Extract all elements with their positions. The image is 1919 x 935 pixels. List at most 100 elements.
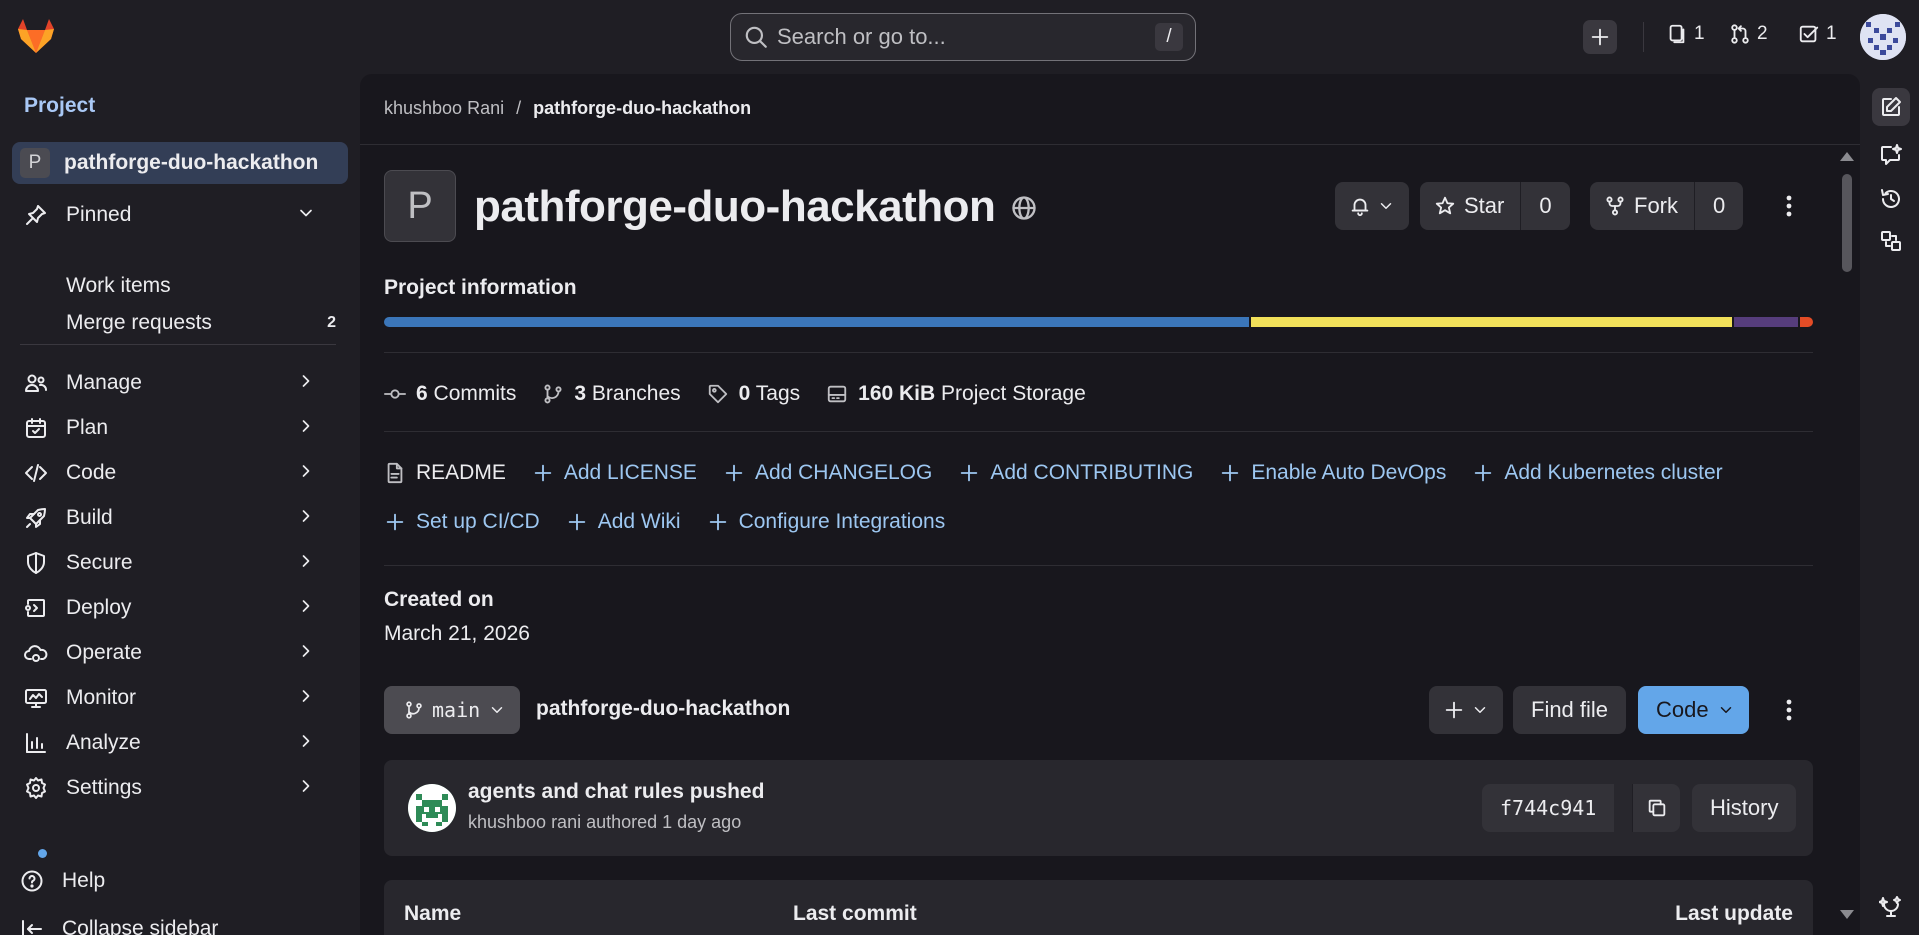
- plus-icon: [1445, 701, 1463, 719]
- stat-label: Commits: [433, 382, 517, 405]
- sidebar-item-settings[interactable]: Settings: [12, 767, 348, 809]
- last-commit-card: agents and chat rules pushed khushboo ra…: [384, 760, 1813, 856]
- quick-link-configure-integrations[interactable]: Configure Integrations: [707, 510, 945, 534]
- plus-icon: [709, 513, 726, 531]
- star-icon: [1435, 196, 1455, 215]
- cloud-gear-icon: [24, 645, 48, 662]
- stat-tags[interactable]: 0 Tags: [707, 382, 801, 406]
- language-bar[interactable]: [384, 317, 1813, 327]
- commit-title[interactable]: agents and chat rules pushed: [468, 780, 764, 804]
- sidebar-item-pinned[interactable]: Pinned: [12, 194, 348, 236]
- sidebar-item-secure[interactable]: Secure: [12, 542, 348, 584]
- collapse-left-icon: [22, 920, 42, 935]
- plus-icon: [1591, 28, 1609, 46]
- help-button[interactable]: Help: [8, 860, 344, 902]
- gitlab-logo[interactable]: [16, 16, 56, 56]
- web-ide-button[interactable]: [1872, 88, 1910, 126]
- sidebar-item-plan[interactable]: Plan: [12, 407, 348, 449]
- fork-button[interactable]: Fork: [1590, 182, 1694, 230]
- sidebar-item-manage[interactable]: Manage: [12, 362, 348, 404]
- star-button[interactable]: Star: [1420, 182, 1520, 230]
- todo-check-icon: [1799, 25, 1819, 43]
- star-count[interactable]: 0: [1520, 182, 1569, 230]
- sidebar-item-monitor[interactable]: Monitor: [12, 677, 348, 719]
- history-icon: [1881, 189, 1900, 208]
- search-input[interactable]: Search or go to... /: [730, 13, 1196, 61]
- scroll-up-arrow[interactable]: [1840, 152, 1854, 161]
- issues-button[interactable]: 1: [1666, 23, 1705, 45]
- sidebar-current-project[interactable]: P pathforge-duo-hackathon: [12, 142, 348, 184]
- quick-link-add-changelog[interactable]: Add CHANGELOG: [723, 461, 932, 485]
- breadcrumb-project[interactable]: pathforge-duo-hackathon: [533, 98, 751, 119]
- users-icon: [25, 374, 47, 392]
- stat-value: 6: [416, 382, 428, 405]
- calendar-icon: [26, 418, 46, 438]
- sidebar-item-analyze[interactable]: Analyze: [12, 722, 348, 764]
- help-icon: [21, 870, 43, 892]
- sidebar-item-operate[interactable]: Operate: [12, 632, 348, 674]
- file-icon: [387, 462, 403, 484]
- kebab-icon: [1786, 195, 1792, 217]
- sidebar-item-code[interactable]: Code: [12, 452, 348, 494]
- project-actions-menu[interactable]: [1774, 182, 1804, 230]
- history-button[interactable]: History: [1692, 784, 1797, 832]
- quick-link-label: Add Kubernetes cluster: [1504, 461, 1723, 484]
- column-last-commit: Last commit: [793, 902, 917, 925]
- stat-label: Tags: [755, 382, 801, 405]
- language-segment[interactable]: [1734, 317, 1799, 327]
- branch-selector[interactable]: main: [384, 686, 521, 734]
- create-new-button[interactable]: [1583, 20, 1617, 54]
- code-dropdown-button[interactable]: Code: [1638, 686, 1749, 734]
- language-segment[interactable]: [1800, 317, 1813, 327]
- fork-count[interactable]: 0: [1694, 182, 1743, 230]
- stat-value: 3: [574, 382, 587, 405]
- find-file-button[interactable]: Find file: [1513, 686, 1627, 734]
- chevron-down-icon: [1380, 203, 1392, 209]
- file-table-header: Name Last commit Last update: [384, 880, 1813, 935]
- sidebar-item-deploy[interactable]: Deploy: [12, 587, 348, 629]
- notifications-button[interactable]: [1335, 182, 1409, 230]
- breadcrumb-separator: /: [516, 98, 522, 118]
- globe-icon: [1012, 196, 1036, 220]
- stat-commits[interactable]: 6 Commits: [384, 382, 516, 406]
- quick-link-label: Add Wiki: [597, 510, 681, 533]
- quick-link-set-up-ci-cd[interactable]: Set up CI/CD: [384, 510, 540, 534]
- history-panel-button[interactable]: [1872, 180, 1910, 218]
- scrollbar-thumb[interactable]: [1842, 174, 1852, 272]
- sidebar-item-work-items[interactable]: Work items: [66, 274, 336, 298]
- sidebar-item-label: Monitor: [66, 686, 137, 709]
- quick-link-add-contributing[interactable]: Add CONTRIBUTING: [958, 461, 1193, 485]
- commit-sha[interactable]: f744c941: [1482, 784, 1615, 832]
- stat-branches[interactable]: 3 Branches: [542, 382, 681, 406]
- stat-project-storage[interactable]: 160 KiB Project Storage: [826, 382, 1086, 406]
- scroll-down-arrow[interactable]: [1840, 910, 1854, 919]
- add-to-tree-button[interactable]: [1429, 686, 1503, 734]
- duo-chat-button[interactable]: [1872, 136, 1910, 174]
- divider: [384, 565, 1813, 566]
- user-avatar[interactable]: [1860, 14, 1906, 60]
- code-suggestions-button[interactable]: [1872, 222, 1910, 260]
- sidebar-item-build[interactable]: Build: [12, 497, 348, 539]
- star-label: Star: [1464, 193, 1505, 218]
- plus-icon: [386, 513, 404, 531]
- collapse-sidebar-button[interactable]: Collapse sidebar: [8, 908, 344, 935]
- todos-button[interactable]: 1: [1798, 23, 1837, 45]
- repository-path[interactable]: pathforge-duo-hackathon: [536, 697, 790, 721]
- repository-actions-menu[interactable]: [1774, 686, 1804, 734]
- breadcrumb: khushboo Rani / pathforge-duo-hackathon: [384, 98, 751, 119]
- duo-agent-button[interactable]: [1872, 888, 1910, 926]
- merge-requests-button[interactable]: 2: [1729, 23, 1768, 45]
- quick-link-add-wiki[interactable]: Add Wiki: [566, 510, 681, 534]
- quick-link-readme[interactable]: README: [384, 461, 506, 485]
- quick-link-add-kubernetes-cluster[interactable]: Add Kubernetes cluster: [1472, 461, 1723, 485]
- breadcrumb-owner[interactable]: khushboo Rani: [384, 98, 504, 119]
- language-segment[interactable]: [384, 317, 1249, 327]
- language-segment[interactable]: [1250, 317, 1733, 327]
- quick-link-enable-auto-devops[interactable]: Enable Auto DevOps: [1219, 461, 1446, 485]
- branch-icon: [406, 701, 422, 719]
- commit-author-avatar[interactable]: [408, 784, 456, 832]
- quick-link-add-license[interactable]: Add LICENSE: [532, 461, 697, 485]
- copy-sha-button[interactable]: [1632, 784, 1680, 832]
- stat-value: 160 KiB: [858, 382, 936, 405]
- sidebar-item-merge-requests[interactable]: Merge requests 2: [66, 311, 336, 335]
